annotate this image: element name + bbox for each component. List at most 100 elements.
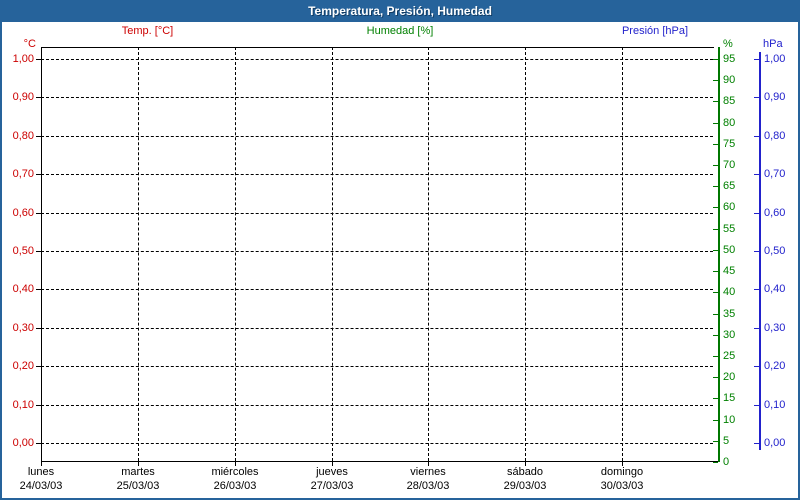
pressure-tick-mark — [754, 136, 759, 137]
plot-border-left — [41, 47, 42, 466]
humidity-tick-label: 30 — [723, 329, 736, 341]
humidity-tick-mark — [713, 250, 718, 251]
pressure-tick-label: 0,60 — [764, 207, 786, 219]
h-gridline — [41, 136, 713, 137]
humidity-tick-mark — [713, 207, 718, 208]
temp-tick-label: 0,60 — [12, 207, 34, 219]
humidity-tick-mark — [713, 335, 718, 336]
v-gridline — [138, 47, 139, 461]
pressure-tick-mark — [754, 443, 759, 444]
pressure-tick-mark — [754, 213, 759, 214]
humidity-tick-label: 0 — [723, 456, 730, 468]
plot-border-bottom — [41, 461, 719, 462]
h-gridline — [41, 174, 713, 175]
humidity-tick-label: 25 — [723, 350, 736, 362]
pressure-tick-label: 0,80 — [764, 130, 786, 142]
day-date-label: 30/03/03 — [600, 480, 644, 492]
temp-tick-mark — [36, 174, 41, 175]
humidity-tick-mark — [713, 101, 718, 102]
legend-humidity: Humedad [%] — [366, 25, 434, 37]
temp-tick-label: 0,80 — [12, 130, 34, 142]
humidity-tick-mark — [713, 165, 718, 166]
legend-temperature: Temp. [°C] — [121, 25, 174, 37]
humidity-axis-line — [718, 47, 720, 462]
day-name-label: lunes — [27, 466, 55, 478]
temp-tick-mark — [36, 59, 41, 60]
humidity-tick-label: 20 — [723, 371, 736, 383]
humidity-tick-label: 15 — [723, 392, 736, 404]
temp-tick-label: 1,00 — [12, 53, 34, 65]
pressure-tick-mark — [754, 366, 759, 367]
humidity-tick-label: 5 — [723, 435, 730, 447]
humidity-tick-label: 35 — [723, 308, 736, 320]
temp-tick-mark — [36, 366, 41, 367]
pressure-tick-mark — [754, 405, 759, 406]
humidity-tick-mark — [713, 314, 718, 315]
day-date-label: 24/03/03 — [19, 480, 63, 492]
pressure-tick-label: 0,50 — [764, 245, 786, 257]
humidity-tick-label: 70 — [723, 159, 736, 171]
h-gridline — [41, 443, 713, 444]
temp-tick-mark — [36, 97, 41, 98]
day-name-label: jueves — [316, 466, 348, 478]
humidity-tick-label: 90 — [723, 74, 736, 86]
temp-tick-mark — [36, 136, 41, 137]
plot-border-top — [41, 47, 714, 48]
temp-tick-label: 0,10 — [12, 399, 34, 411]
pressure-tick-mark — [754, 59, 759, 60]
humidity-tick-mark — [713, 292, 718, 293]
h-gridline — [41, 97, 713, 98]
humidity-tick-mark — [713, 398, 718, 399]
humidity-tick-label: 95 — [723, 53, 736, 65]
pressure-tick-label: 1,00 — [764, 53, 786, 65]
humidity-tick-label: 55 — [723, 223, 736, 235]
pressure-tick-label: 0,40 — [764, 283, 786, 295]
pressure-tick-label: 0,10 — [764, 399, 786, 411]
pressure-tick-mark — [754, 289, 759, 290]
temp-tick-mark — [36, 213, 41, 214]
temp-tick-mark — [36, 443, 41, 444]
v-gridline — [235, 47, 236, 461]
h-gridline — [41, 213, 713, 214]
temp-tick-label: 0,90 — [12, 91, 34, 103]
temp-tick-label: 0,50 — [12, 245, 34, 257]
pressure-tick-mark — [754, 174, 759, 175]
humidity-tick-mark — [713, 420, 718, 421]
v-gridline — [525, 47, 526, 461]
humidity-tick-mark — [713, 229, 718, 230]
day-name-label: domingo — [600, 466, 644, 478]
humidity-tick-label: 60 — [723, 201, 736, 213]
legend-pressure: Presión [hPa] — [621, 25, 689, 37]
pressure-tick-mark — [754, 251, 759, 252]
h-gridline — [41, 59, 713, 60]
h-gridline — [41, 366, 713, 367]
temp-tick-label: 0,40 — [12, 283, 34, 295]
pressure-tick-label: 0,70 — [764, 168, 786, 180]
temp-tick-label: 0,20 — [12, 360, 34, 372]
h-gridline — [41, 251, 713, 252]
day-date-label: 29/03/03 — [503, 480, 547, 492]
humidity-tick-mark — [713, 144, 718, 145]
pressure-axis-unit: hPa — [763, 38, 783, 50]
day-date-label: 27/03/03 — [310, 480, 354, 492]
temp-tick-mark — [36, 328, 41, 329]
humidity-tick-mark — [713, 356, 718, 357]
day-name-label: sábado — [506, 466, 544, 478]
pressure-tick-mark — [754, 328, 759, 329]
humidity-tick-label: 40 — [723, 286, 736, 298]
humidity-tick-mark — [713, 271, 718, 272]
temp-tick-label: 0,70 — [12, 168, 34, 180]
humidity-tick-mark — [713, 80, 718, 81]
humidity-tick-label: 75 — [723, 138, 736, 150]
temp-tick-label: 0,30 — [12, 322, 34, 334]
pressure-tick-label: 0,20 — [764, 360, 786, 372]
v-gridline — [428, 47, 429, 461]
humidity-tick-label: 50 — [723, 244, 736, 256]
h-gridline — [41, 289, 713, 290]
humidity-axis-unit: % — [723, 38, 733, 50]
day-name-label: viernes — [410, 466, 446, 478]
day-name-label: miércoles — [211, 466, 259, 478]
day-name-label: martes — [121, 466, 155, 478]
day-date-label: 28/03/03 — [406, 480, 450, 492]
v-gridline — [622, 47, 623, 461]
